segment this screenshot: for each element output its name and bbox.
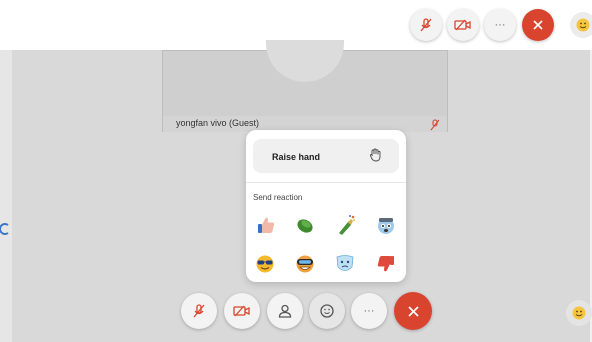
camera-off-icon	[454, 19, 471, 31]
sunglasses-face-icon	[256, 255, 274, 273]
cool-reaction[interactable]	[251, 250, 279, 278]
close-icon	[407, 305, 419, 317]
sad-face-icon	[336, 255, 354, 271]
emoji-button[interactable]	[566, 300, 592, 326]
clap-reaction[interactable]	[291, 211, 319, 239]
top-end-call-button[interactable]	[522, 9, 554, 41]
emoji-face-icon	[576, 18, 590, 32]
camera-button[interactable]	[224, 293, 260, 329]
emoji-face-icon	[572, 306, 586, 320]
top-mute-button[interactable]	[410, 9, 442, 41]
more-icon: ···	[363, 305, 375, 317]
close-icon	[533, 20, 543, 30]
participant-name: yongfan vivo (Guest)	[176, 118, 260, 128]
sad-reaction[interactable]	[331, 250, 359, 278]
thumbs-up-reaction[interactable]	[252, 211, 280, 239]
send-reaction-label: Send reaction	[253, 193, 303, 202]
thumbs-down-icon	[377, 256, 394, 272]
more-options-button[interactable]: ···	[351, 293, 387, 329]
top-more-button[interactable]: ···	[484, 9, 516, 41]
popup-divider	[246, 182, 406, 183]
champagne-icon	[339, 215, 355, 235]
mic-off-icon	[193, 304, 205, 318]
thumbs-up-icon	[258, 217, 275, 233]
person-icon	[278, 304, 292, 318]
clap-icon	[297, 219, 313, 233]
left-panel-edge	[0, 50, 12, 342]
more-icon: ···	[494, 19, 506, 31]
celebrate-reaction[interactable]	[331, 211, 359, 239]
laugh-reaction[interactable]	[291, 250, 319, 278]
mic-off-icon	[420, 18, 432, 32]
hand-icon	[369, 148, 381, 167]
top-emoji-button[interactable]	[570, 12, 592, 38]
raise-hand-label: Raise hand	[272, 152, 321, 162]
reactions-button[interactable]	[309, 293, 345, 329]
camera-off-icon	[233, 305, 250, 317]
participant-mic-off-icon	[430, 118, 440, 136]
side-loader-icon	[0, 222, 10, 235]
surprised-face-icon	[378, 218, 394, 234]
end-call-button[interactable]	[394, 292, 432, 330]
participants-button[interactable]	[267, 293, 303, 329]
top-camera-button[interactable]	[447, 9, 479, 41]
emoji-add-icon	[320, 304, 334, 318]
goggles-face-icon	[296, 255, 314, 273]
thumbs-down-reaction[interactable]	[372, 250, 400, 278]
mute-button[interactable]	[181, 293, 217, 329]
surprised-reaction[interactable]	[372, 211, 400, 239]
